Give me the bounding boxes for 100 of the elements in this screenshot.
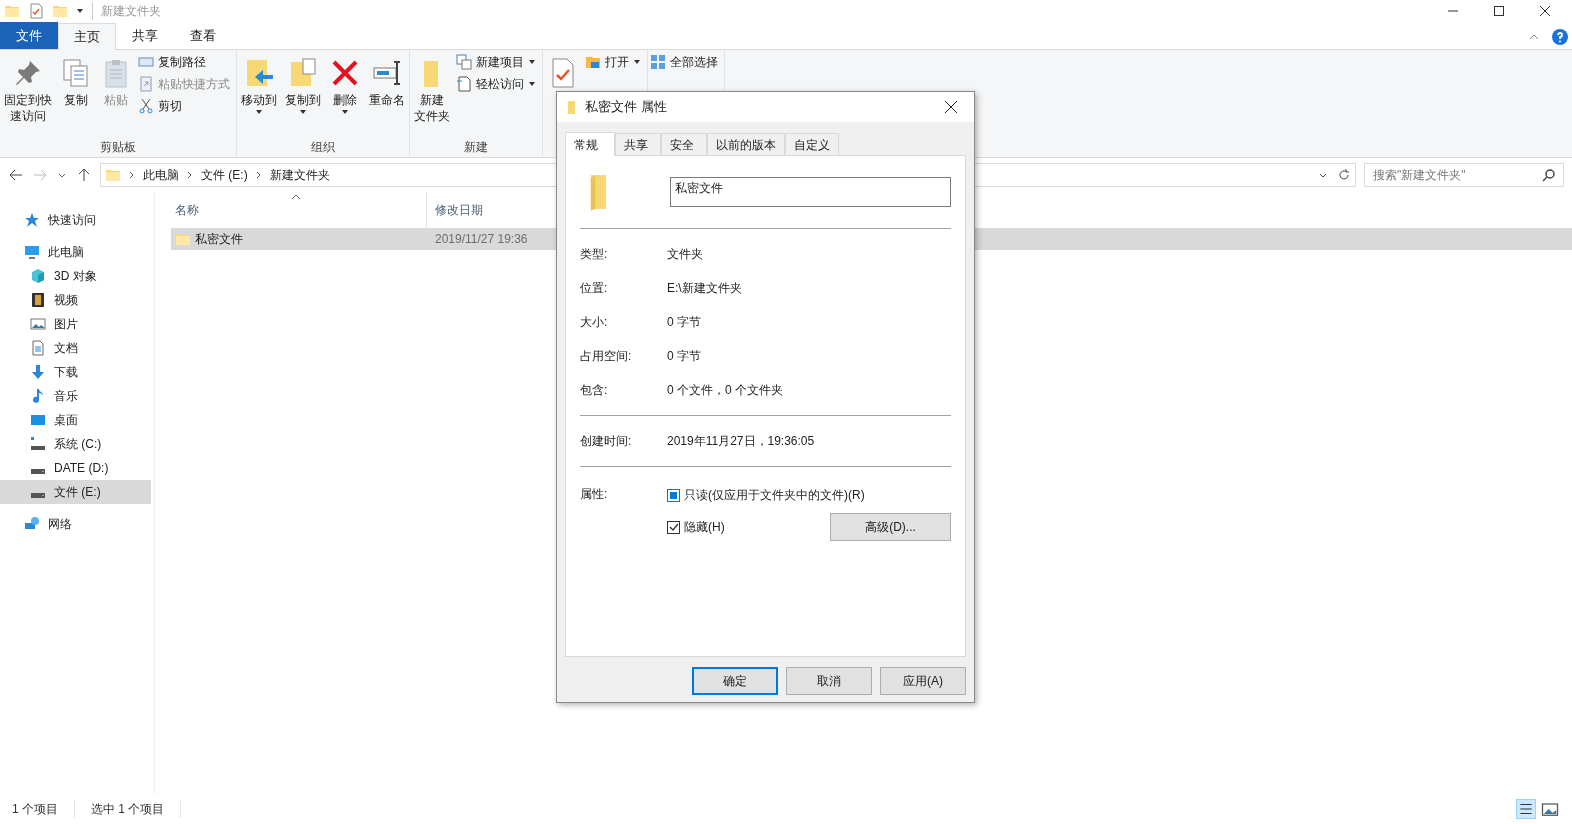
group-label: 剪贴板: [100, 139, 136, 156]
drive-icon: [30, 469, 46, 474]
search-icon: [1542, 168, 1556, 182]
property-label: 位置:: [580, 280, 609, 297]
property-label: 创建时间:: [580, 433, 633, 450]
sidebar-item[interactable]: DATE (D:): [0, 456, 151, 480]
sidebar-item[interactable]: 文档: [0, 336, 151, 360]
properties-icon[interactable]: [28, 3, 44, 19]
dialog-tab[interactable]: 以前的版本: [707, 133, 785, 155]
up-icon[interactable]: [76, 167, 92, 183]
dialog-tab[interactable]: 安全: [661, 133, 707, 155]
ribbon-button[interactable]: 固定到快 速访问: [2, 54, 54, 137]
property-value: 0 字节: [667, 314, 701, 331]
sidebar-item[interactable]: 视频: [0, 288, 151, 312]
close-icon: [944, 100, 958, 114]
group-label: 新建: [464, 139, 488, 156]
computer-icon: [24, 244, 40, 260]
advanced-button[interactable]: 高级(D)...: [830, 513, 951, 541]
caret-icon: [633, 58, 641, 66]
shortcut-icon: [138, 76, 154, 92]
chevron-right-icon: [129, 171, 135, 179]
property-value: 文件夹: [667, 246, 703, 263]
refresh-icon[interactable]: [1337, 168, 1351, 182]
group-label: 组织: [311, 139, 335, 156]
name-field[interactable]: 私密文件: [670, 177, 951, 207]
property-label: 属性:: [580, 486, 609, 503]
property-value: 0 个文件，0 个文件夹: [667, 382, 783, 399]
dialog-tab[interactable]: 常规: [565, 132, 615, 156]
monitor-icon: [30, 412, 46, 428]
back-icon[interactable]: [8, 167, 24, 183]
sidebar-item[interactable]: 系统 (C:): [0, 432, 151, 456]
ribbon-button[interactable]: 新建项目: [456, 52, 540, 72]
music-note-icon: [30, 388, 46, 404]
ribbon-button[interactable]: 删除: [327, 54, 363, 137]
property-label: 占用空间:: [580, 348, 633, 365]
file-date: 2019/11/27 19:36: [434, 231, 528, 248]
image-icon: [30, 316, 46, 332]
status-text: 1 个项目: [12, 800, 75, 818]
select-all-icon: [650, 54, 666, 70]
dialog-title: 私密文件 属性: [585, 98, 667, 117]
ribbon-button[interactable]: 轻松访问: [456, 74, 540, 94]
sidebar-item[interactable]: 3D 对象: [0, 264, 151, 288]
status-text: 选中 1 个项目: [91, 800, 182, 818]
ribbon-button[interactable]: 新建 文件夹: [412, 54, 452, 137]
caret-icon: [528, 58, 536, 66]
property-value: 2019年11月27日，19:36:05: [667, 433, 815, 450]
details-view-icon[interactable]: [1516, 799, 1536, 819]
ribbon-button[interactable]: 复制到: [283, 54, 323, 137]
search-field[interactable]: 搜索"新建文件夹": [1364, 163, 1564, 187]
breadcrumb[interactable]: 文件 (E:): [201, 166, 248, 184]
help-icon[interactable]: [1552, 29, 1568, 45]
checkbox[interactable]: [667, 520, 680, 534]
open-folder-icon: [585, 54, 601, 70]
ribbon-button[interactable]: 全部选择: [650, 52, 722, 72]
caret-icon: [255, 108, 263, 116]
film-icon: [30, 292, 46, 308]
cube-icon: [30, 268, 46, 284]
scissors-icon: [138, 98, 154, 114]
dialog-button[interactable]: 确定: [692, 667, 778, 695]
sidebar-item[interactable]: 网络: [0, 512, 154, 536]
sidebar-item[interactable]: 下载: [0, 360, 151, 384]
ribbon-button[interactable]: 重命名: [367, 54, 407, 137]
document-icon: [456, 76, 472, 92]
sidebar-item[interactable]: 图片: [0, 312, 151, 336]
caret-icon: [341, 108, 349, 116]
ribbon-button[interactable]: 剪切: [138, 96, 234, 116]
ribbon-button[interactable]: 复制路径: [138, 52, 234, 72]
new-folder-icon: [52, 3, 68, 19]
breadcrumb[interactable]: 此电脑: [143, 166, 179, 184]
ribbon-button[interactable]: 复制: [58, 54, 94, 137]
sidebar-item[interactable]: 桌面: [0, 408, 151, 432]
chevron-right-icon: [255, 171, 262, 179]
property-label: 类型:: [580, 246, 609, 263]
ribbon-button[interactable]: 移动到: [239, 54, 279, 137]
drive-icon: [30, 436, 46, 452]
document-icon: [30, 340, 46, 356]
window-title: 新建文件夹: [92, 2, 161, 20]
checkbox-label[interactable]: 隐藏(H): [684, 518, 725, 536]
ribbon-tab[interactable]: 文件: [0, 22, 58, 49]
breadcrumb[interactable]: 新建文件夹: [269, 166, 330, 184]
sidebar-item[interactable]: 文件 (E:): [0, 480, 151, 504]
file-name: 私密文件: [195, 231, 243, 248]
sidebar-item[interactable]: 快速访问: [0, 208, 154, 232]
dialog-button[interactable]: 取消: [786, 667, 872, 695]
dialog-tab[interactable]: 共享: [615, 133, 661, 155]
drive-icon: [30, 493, 46, 498]
sidebar-item[interactable]: 此电脑: [0, 240, 154, 264]
dialog-button[interactable]: 应用(A): [880, 667, 966, 695]
caret-icon: [528, 80, 536, 88]
star-icon: [24, 212, 40, 228]
ribbon-tab[interactable]: 查看: [174, 22, 232, 49]
ribbon-button[interactable]: 打开: [585, 52, 645, 72]
caret-icon: [76, 7, 84, 15]
ribbon-tab[interactable]: 共享: [116, 22, 174, 49]
sidebar-item[interactable]: 音乐: [0, 384, 151, 408]
maximize-icon: [1493, 5, 1505, 17]
ribbon-tab[interactable]: 主页: [58, 23, 116, 50]
chevron-right-icon: [187, 171, 193, 179]
dialog-tab[interactable]: 自定义: [785, 133, 839, 155]
checkbox-label[interactable]: 只读(仅应用于文件夹中的文件)(R): [684, 486, 865, 504]
